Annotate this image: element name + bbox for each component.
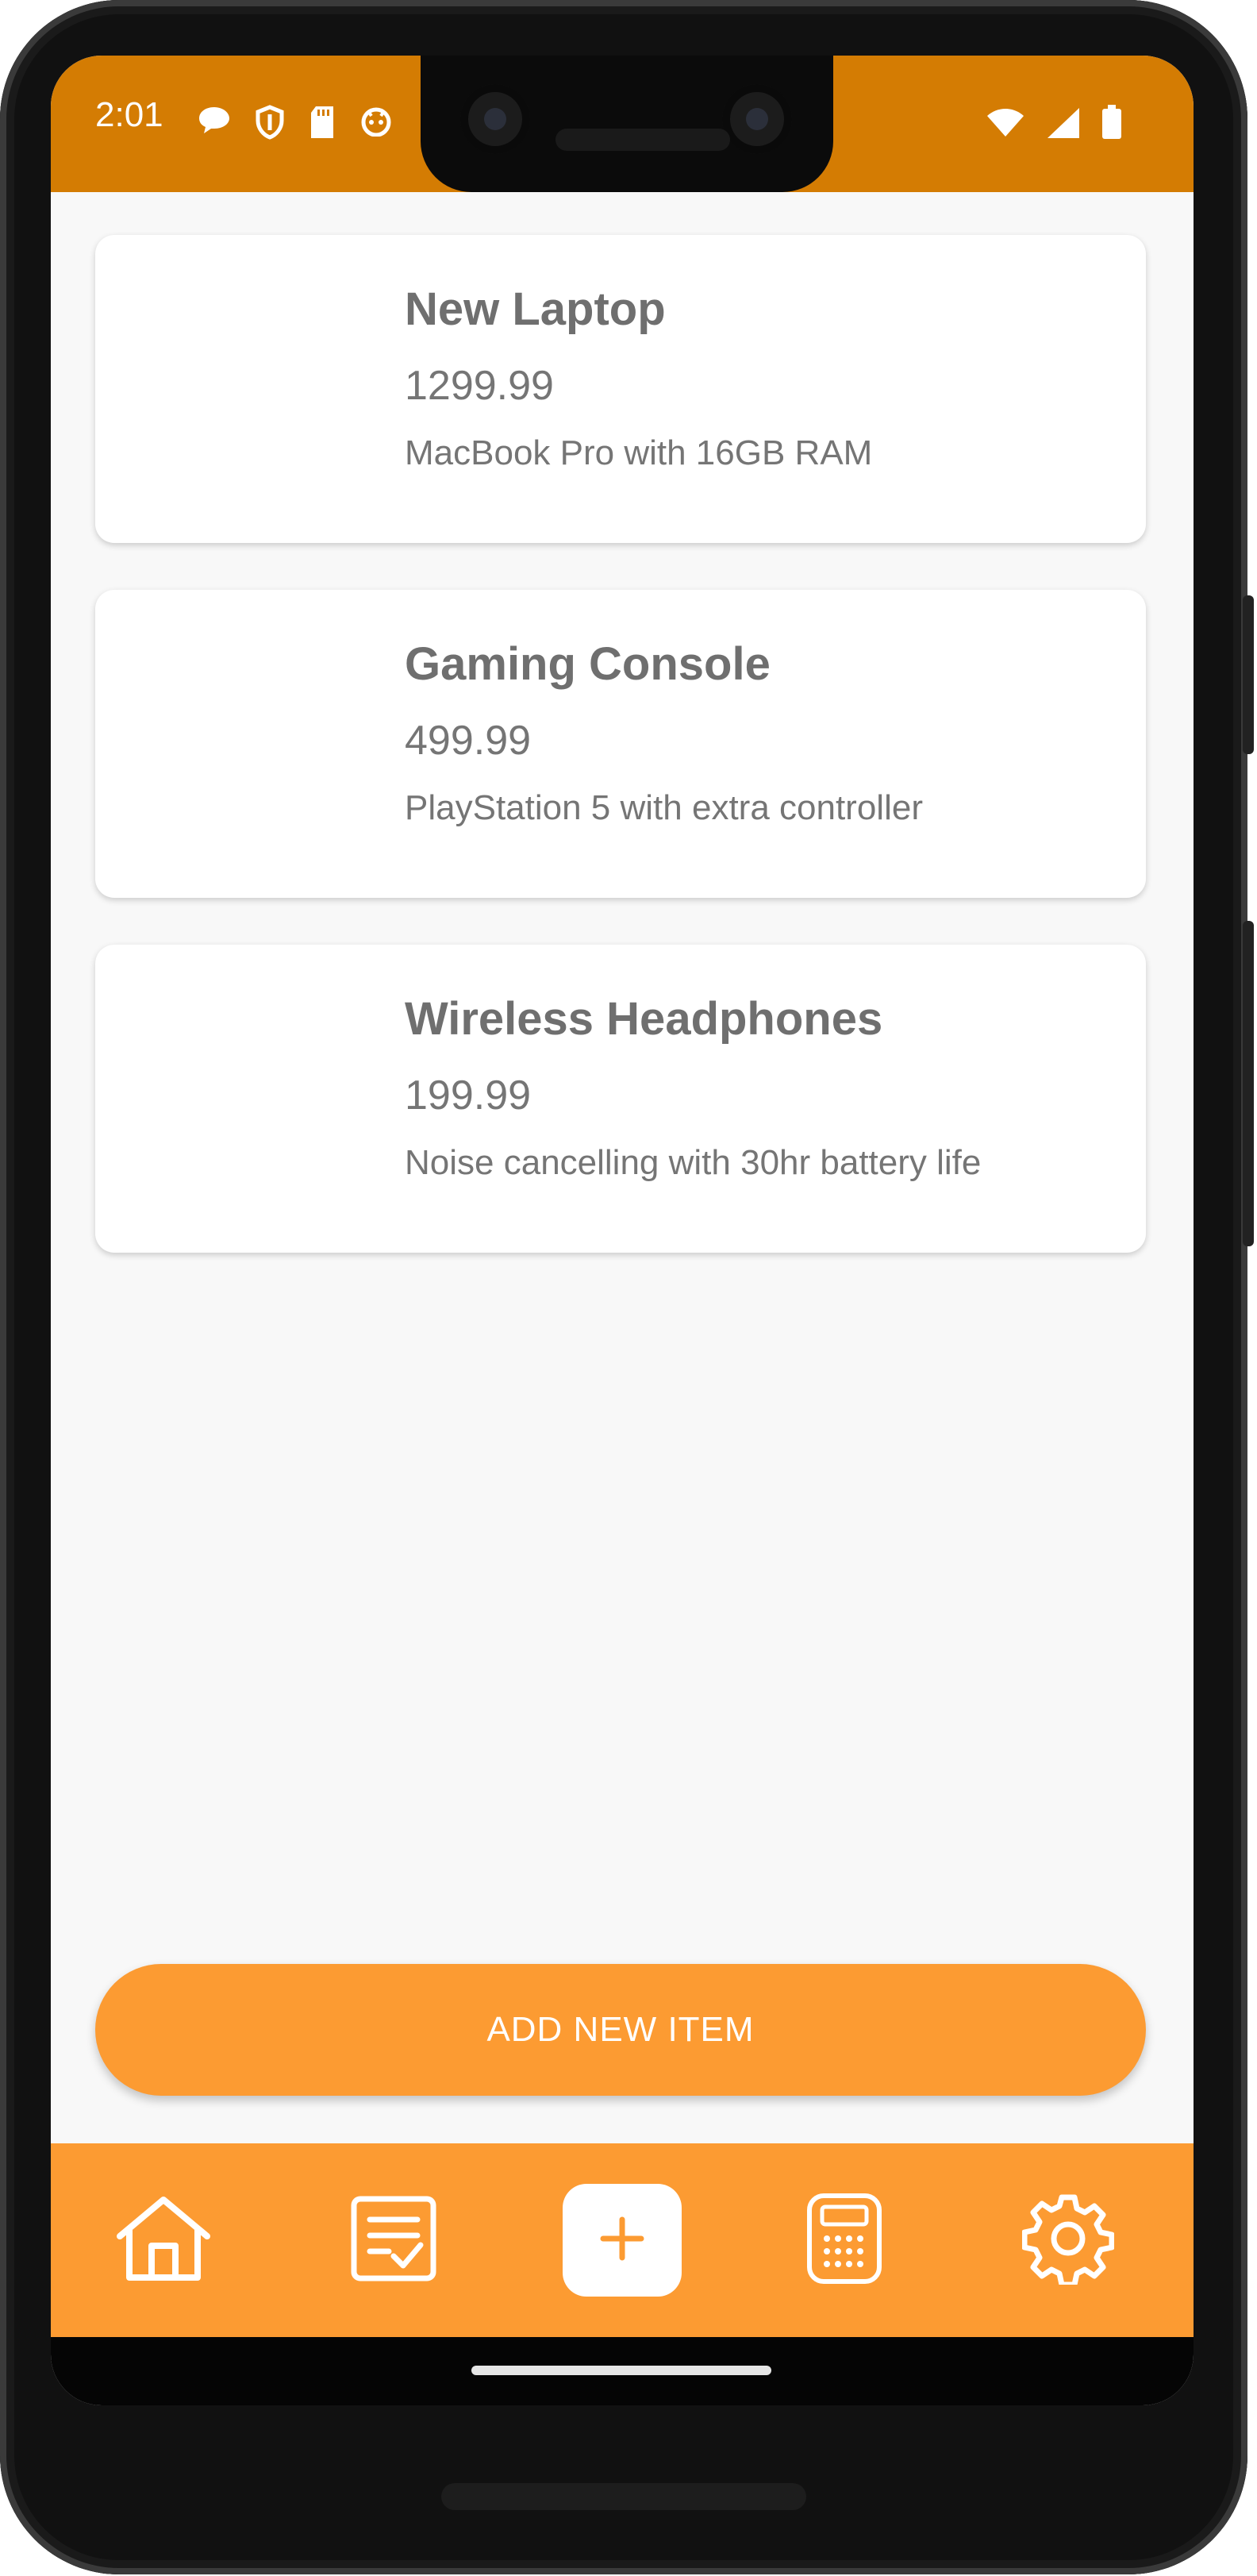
earpiece-speaker (555, 129, 730, 151)
wifi-icon (986, 106, 1025, 142)
camera-notch (421, 56, 833, 192)
nav-home[interactable] (98, 2143, 229, 2337)
item-title: New Laptop (405, 283, 666, 335)
item-title: Gaming Console (405, 638, 771, 690)
app-screen: 2:01 New Laptop 1299.99 MacBook Pro with… (51, 56, 1194, 2405)
list-item[interactable]: Gaming Console 499.99 PlayStation 5 with… (95, 590, 1146, 898)
calculator-icon (805, 2191, 884, 2290)
android-icon (359, 105, 394, 144)
list-item[interactable]: Wireless Headphones 199.99 Noise cancell… (95, 945, 1146, 1253)
nav-settings[interactable] (1003, 2143, 1133, 2337)
item-description: MacBook Pro with 16GB RAM (405, 433, 873, 472)
chat-bubble-icon (197, 105, 232, 144)
home-indicator[interactable] (471, 2366, 771, 2375)
system-status-icons (986, 105, 1122, 144)
item-price: 499.99 (405, 718, 532, 764)
status-time: 2:01 (95, 95, 163, 134)
gear-icon (1021, 2193, 1115, 2289)
item-price: 1299.99 (405, 363, 554, 409)
battery-icon (1101, 105, 1122, 144)
bottom-navigation (51, 2143, 1194, 2337)
power-button (1243, 921, 1254, 1246)
bottom-speaker (441, 2483, 806, 2510)
front-camera (460, 84, 530, 154)
checklist-icon (349, 2194, 438, 2287)
sd-card-icon (308, 105, 336, 144)
nav-checklist[interactable] (329, 2143, 459, 2337)
volume-button (1243, 595, 1254, 754)
notification-icons (197, 105, 394, 144)
list-item[interactable]: New Laptop 1299.99 MacBook Pro with 16GB… (95, 235, 1146, 543)
plus-icon (598, 2215, 646, 2266)
item-description: Noise cancelling with 30hr battery life (405, 1143, 982, 1182)
add-new-item-button[interactable]: ADD NEW ITEM (95, 1964, 1146, 2096)
gesture-bar (51, 2337, 1194, 2405)
signal-icon (1046, 106, 1081, 142)
shield-icon (254, 105, 286, 144)
front-camera-secondary (722, 84, 792, 154)
nav-add[interactable] (551, 2143, 694, 2337)
item-description: PlayStation 5 with extra controller (405, 788, 923, 827)
add-button-tile (563, 2184, 682, 2297)
home-icon (112, 2195, 215, 2286)
nav-calculator[interactable] (779, 2143, 909, 2337)
item-price: 199.99 (405, 1072, 532, 1119)
item-title: Wireless Headphones (405, 993, 883, 1045)
